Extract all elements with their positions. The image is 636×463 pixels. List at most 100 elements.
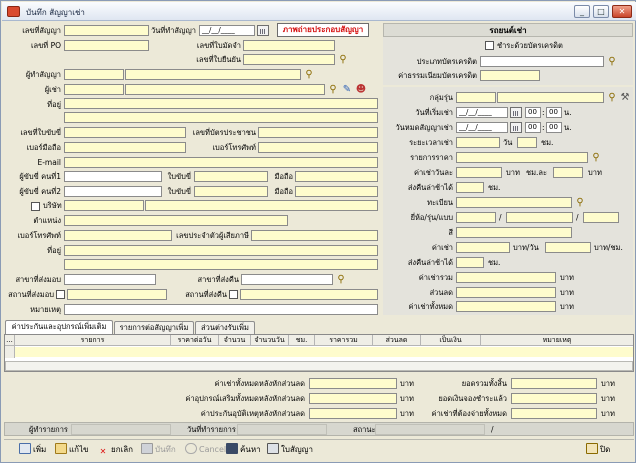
plate-input[interactable] [456, 197, 572, 208]
driver2-license-input[interactable] [194, 186, 268, 197]
grid-new-row[interactable] [15, 347, 633, 357]
period-days-input[interactable] [456, 137, 500, 148]
search-icon[interactable]: ⚲ [337, 54, 349, 65]
company-code-input[interactable] [64, 200, 144, 211]
extra-hour-input[interactable] [553, 167, 583, 178]
contract-date-input[interactable]: __/__/____ [199, 25, 255, 36]
place-return-input[interactable] [240, 289, 378, 300]
tab-extension[interactable]: รายการต่อสัญญาเพิ่ม [114, 321, 194, 334]
tel-input[interactable] [64, 230, 172, 241]
search-icon[interactable]: ⚲ [606, 92, 618, 103]
calendar-icon[interactable] [510, 122, 522, 133]
cancel-doc-button[interactable]: ✕ ยกเลิก [97, 443, 133, 457]
type-input[interactable] [583, 212, 619, 223]
search-icon[interactable]: ⚲ [335, 274, 347, 285]
driver1-license-input[interactable] [194, 171, 268, 182]
customer-code-input[interactable] [64, 69, 124, 80]
place-return-checkbox[interactable] [229, 290, 238, 299]
tab-insurance[interactable]: ค่าประกันและอุปกรณ์เพิ่มเติม [5, 320, 113, 334]
company-name-input[interactable] [145, 200, 378, 211]
branch-deliver-input[interactable] [64, 274, 156, 285]
address-input-2[interactable] [64, 112, 378, 123]
model-input[interactable] [506, 212, 573, 223]
driver2-mobile-input[interactable] [295, 186, 378, 197]
phone-input[interactable] [258, 142, 378, 153]
note-input[interactable] [64, 304, 378, 315]
rent-per-hour-input[interactable] [545, 242, 591, 253]
people-icon[interactable]: ☻ [355, 84, 367, 95]
contract-no-input[interactable] [64, 25, 149, 36]
calendar-icon[interactable] [257, 25, 269, 36]
card-fee-input[interactable] [480, 70, 540, 81]
late-allow-input[interactable] [456, 182, 484, 193]
net-input[interactable] [456, 301, 556, 312]
credit-card-checkbox[interactable] [485, 41, 494, 50]
search-icon[interactable]: ⚲ [303, 69, 315, 80]
company-checkbox[interactable] [31, 202, 40, 211]
close-button[interactable]: ปิด [586, 443, 610, 456]
calendar-icon[interactable] [510, 107, 522, 118]
end-hour-input[interactable]: 00 [525, 122, 541, 133]
start-minute-input[interactable]: 00 [546, 107, 562, 118]
deposit-no-input[interactable] [243, 40, 335, 51]
total-input[interactable] [456, 272, 556, 283]
end-minute-input[interactable]: 00 [546, 122, 562, 133]
card-type-input[interactable] [480, 56, 604, 67]
address-input-1[interactable] [64, 98, 378, 109]
place-deliver-checkbox[interactable] [56, 290, 65, 299]
contract-photo-button[interactable]: ภาพถ่ายประกอบสัญญา [277, 23, 369, 37]
save-button[interactable]: บันทึก [141, 443, 176, 456]
position-input[interactable] [64, 215, 288, 226]
edit-pen-icon[interactable]: ✎ [341, 84, 353, 95]
add-button[interactable]: เพิ่ม [19, 443, 46, 456]
receipt-no-input[interactable] [243, 54, 335, 65]
brand-input[interactable] [456, 212, 496, 223]
search-icon[interactable]: ⚲ [574, 197, 586, 208]
id-card-input[interactable] [258, 127, 378, 138]
po-input[interactable] [64, 40, 149, 51]
search-icon[interactable]: ⚲ [590, 152, 602, 163]
address2-input-2[interactable] [64, 259, 378, 270]
license-input[interactable] [64, 127, 186, 138]
period-hours-input[interactable] [517, 137, 537, 148]
group-code-input[interactable] [456, 92, 496, 103]
search-icon[interactable]: ⚲ [327, 84, 339, 95]
tax-id-input[interactable] [251, 230, 378, 241]
lessee-name-input[interactable] [125, 84, 325, 95]
address2-input-1[interactable] [64, 245, 378, 256]
minimize-button[interactable]: _ [574, 5, 590, 18]
insurance-after-discount-input[interactable] [309, 408, 397, 419]
cancel-button[interactable]: Cancel [185, 443, 226, 456]
driver2-input[interactable] [64, 186, 162, 197]
paid-input[interactable] [511, 393, 597, 404]
rent-per-day-input[interactable] [456, 242, 510, 253]
close-window-button[interactable]: ✕ [612, 5, 632, 18]
mobile-input[interactable] [64, 142, 186, 153]
maximize-button[interactable]: □ [593, 5, 609, 18]
start-date-input[interactable]: __/__/____ [456, 107, 508, 118]
driver1-mobile-input[interactable] [295, 171, 378, 182]
tools-icon[interactable]: ⚒ [619, 92, 631, 103]
customer-name-input[interactable] [125, 69, 301, 80]
equip-after-discount-input[interactable] [309, 393, 397, 404]
lessee-code-input[interactable] [64, 84, 124, 95]
print-contract-button[interactable]: ใบสัญญา [267, 443, 313, 456]
tab-difference[interactable]: ส่วนต่างรับเพิ่ม [195, 321, 255, 334]
rate-input[interactable] [456, 152, 588, 163]
search-button[interactable]: ค้นหา [226, 443, 261, 456]
remaining-input[interactable] [511, 408, 597, 419]
horizontal-scrollbar[interactable] [5, 361, 633, 371]
place-deliver-input[interactable] [67, 289, 167, 300]
search-icon[interactable]: ⚲ [606, 56, 618, 67]
late-input[interactable] [456, 257, 484, 268]
discount-input[interactable] [456, 287, 556, 298]
daily-rate-input[interactable] [456, 167, 502, 178]
color-input[interactable] [456, 227, 572, 238]
driver1-input[interactable] [64, 171, 162, 182]
end-date-input[interactable]: __/__/____ [456, 122, 508, 133]
edit-button[interactable]: แก้ไข [55, 443, 89, 456]
email-input[interactable] [64, 157, 378, 168]
grand-total-input[interactable] [511, 378, 597, 389]
start-hour-input[interactable]: 00 [525, 107, 541, 118]
rent-after-discount-input[interactable] [309, 378, 397, 389]
